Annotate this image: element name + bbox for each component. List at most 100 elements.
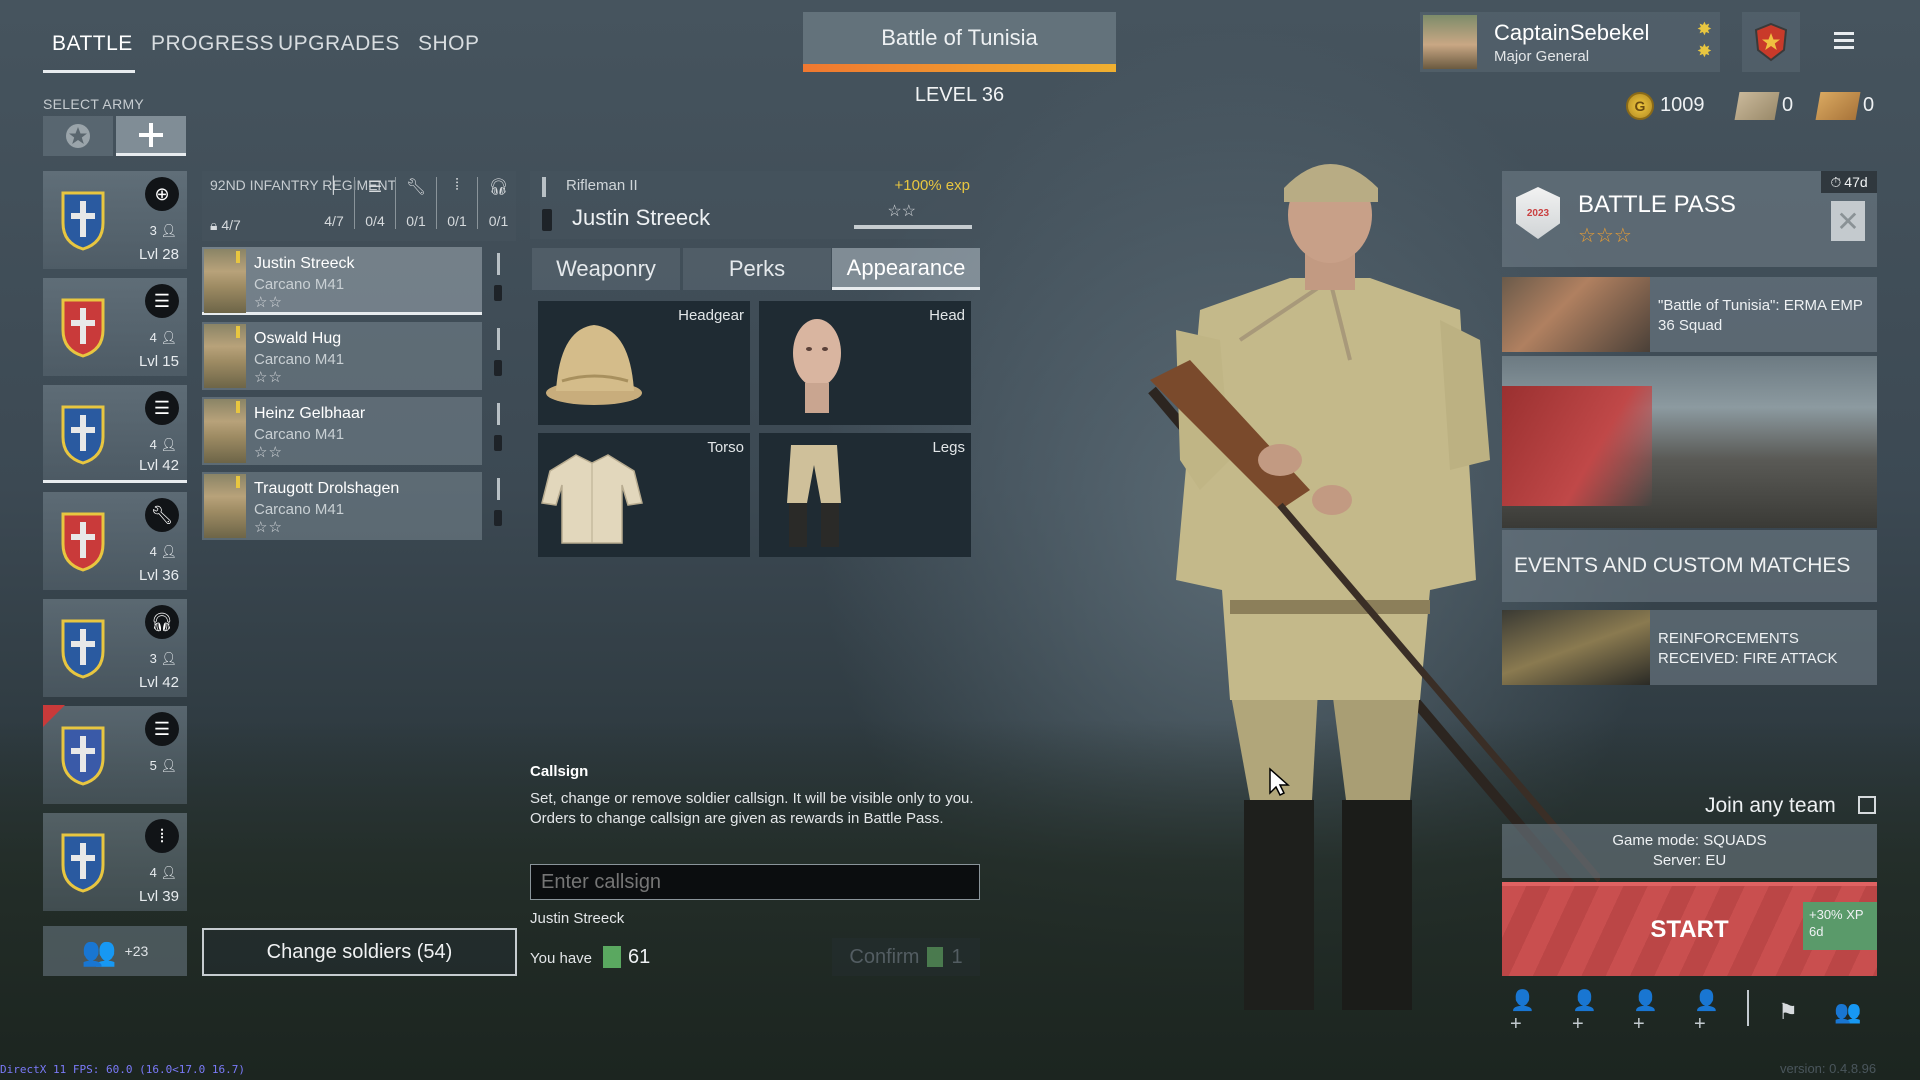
squad-menu-button[interactable]: 👥 — [1831, 995, 1865, 1029]
tab-appearance[interactable]: Appearance — [832, 248, 980, 290]
squad-size: 3 👤︎ — [150, 651, 177, 667]
army-allies-button[interactable] — [43, 116, 113, 156]
squad-size-value: 3 — [149, 223, 157, 238]
close-icon[interactable]: ✕ — [1831, 201, 1865, 241]
regiment-header: 92ND INFANTRY REGIMENT 🔒︎ 4/7 │ 4/7 ☰ 0/4 🔧︎… — [202, 171, 516, 241]
tab-perks[interactable]: Perks — [683, 248, 831, 290]
soldier-class: Rifleman II — [566, 177, 638, 194]
tab-shop[interactable]: SHOP — [418, 32, 480, 56]
tab-progress[interactable]: PROGRESS — [151, 32, 274, 56]
you-have-count: 61 — [628, 946, 651, 968]
army-axis-button[interactable] — [116, 116, 186, 156]
soldier-row[interactable]: Justin Streeck Carcano M41 ☆☆ — [202, 247, 502, 315]
squad-emblem-icon — [61, 191, 105, 251]
gold-order-icon — [1815, 92, 1861, 120]
squad-size: 4 👤︎ — [150, 437, 177, 453]
soldier-stars: ☆☆ — [254, 519, 283, 536]
squad-card[interactable]: ☰ 4 👤︎ Lvl 15 — [43, 278, 187, 376]
shield-star-icon — [1754, 22, 1788, 62]
squad-card[interactable]: ☰ 4 👤︎ Lvl 42 — [43, 385, 187, 483]
squad-card[interactable]: ⊕ 3 👤︎ Lvl 28 — [43, 171, 187, 269]
squad-level: Lvl 15 — [138, 353, 179, 370]
server: Server: EU — [1652, 852, 1727, 869]
invite-player-button[interactable]: 👤+ — [1633, 990, 1667, 1035]
squad-emblem-icon — [61, 726, 105, 786]
invite-player-button[interactable]: 👤+ — [1510, 990, 1544, 1035]
squad-card[interactable]: ⦙ 4 👤︎ Lvl 39 — [43, 813, 187, 911]
soldier-row[interactable]: Traugott Drolshagen Carcano M41 ☆☆ — [202, 472, 502, 540]
soldier-weapon: Carcano M41 — [254, 426, 345, 443]
game-mode: Game mode: SQUADS — [1612, 832, 1767, 849]
squad-card[interactable]: 🔧︎ 4 👤︎ Lvl 36 — [43, 492, 187, 590]
soldier-weapon: Carcano M41 — [254, 276, 345, 293]
battle-level: LEVEL 36 — [803, 84, 1116, 107]
rifle-class-icon — [542, 177, 546, 197]
slot-torso[interactable]: Torso — [538, 433, 750, 557]
flag-button[interactable]: ⚑ — [1771, 995, 1805, 1029]
tab-battle[interactable]: BATTLE — [52, 32, 133, 56]
slot-label: Torso — [707, 439, 744, 456]
rank-badge-button[interactable] — [1742, 12, 1800, 72]
soldier-name: Traugott Drolshagen — [254, 480, 400, 497]
rank-chevron-icon — [236, 476, 240, 488]
menu-icon[interactable] — [1828, 28, 1860, 56]
soldier-row[interactable]: Heinz Gelbhaar Carcano M41 ☆☆ — [202, 397, 502, 465]
battle-progress-fill — [803, 64, 1116, 72]
join-any-team-checkbox[interactable] — [1858, 796, 1876, 814]
news-card-1[interactable]: REINFORCEMENTS RECEIVED: FIRE ATTACK — [1502, 610, 1877, 685]
class-count-value: 0/1 — [447, 213, 467, 229]
rank-chevron-icon — [236, 401, 240, 413]
squad-emblem-icon — [61, 619, 105, 679]
soldier-name: Oswald Hug — [254, 330, 342, 347]
slot-head[interactable]: Head — [759, 301, 971, 425]
xp-bonus-time: 6d — [1809, 924, 1824, 939]
new-squad-marker-icon — [43, 705, 65, 727]
slot-headgear[interactable]: Headgear — [538, 301, 750, 425]
callsign-input[interactable] — [530, 864, 980, 900]
squad-emblem-icon — [61, 298, 105, 358]
class-count-4: 🎧︎ 0/1 — [478, 177, 519, 229]
tab-upgrades[interactable]: UPGRADES — [278, 32, 400, 56]
callsign-description: Set, change or remove soldier callsign. … — [530, 790, 974, 827]
person-icon: 👤︎ — [160, 865, 177, 880]
rank-title: Major General — [1494, 48, 1590, 65]
invite-player-button[interactable]: 👤+ — [1694, 990, 1728, 1035]
more-squads-button[interactable]: 👥 +23 — [43, 926, 187, 976]
change-soldiers-button[interactable]: Change soldiers (54) — [202, 928, 517, 976]
soldier-weapon: Carcano M41 — [254, 501, 345, 518]
invite-player-button[interactable]: 👤+ — [1572, 990, 1606, 1035]
squad-emblem-icon — [61, 833, 105, 893]
slot-legs[interactable]: Legs — [759, 433, 971, 557]
soldier-row[interactable]: Oswald Hug Carcano M41 ☆☆ — [202, 322, 502, 390]
events-custom-matches-button[interactable]: EVENTS AND CUSTOM MATCHES — [1502, 530, 1877, 602]
star-circle-icon — [66, 124, 90, 148]
list-icon: ☰ — [367, 179, 383, 196]
slot-label: Headgear — [678, 307, 744, 324]
soldier-detail-header: Rifleman II +100% exp Justin Streeck ☆☆ — [530, 171, 980, 239]
list-icon: ☰ — [145, 712, 179, 746]
start-button[interactable]: START +30% XP 6d — [1502, 882, 1877, 976]
battle-pass-card[interactable]: 2023 BATTLE PASS ☆☆☆ ⏱ 47d ✕ — [1502, 171, 1877, 267]
game-mode-info[interactable]: Game mode: SQUADS Server: EU — [1502, 824, 1877, 878]
class-count-value: 4/7 — [324, 213, 344, 229]
group-icon: 👥 — [1834, 999, 1862, 1024]
squad-card[interactable]: 🎧︎ 3 👤︎ Lvl 42 — [43, 599, 187, 697]
soldier-xp-bar — [854, 225, 972, 229]
ammo-icon: ⦙ — [145, 819, 179, 853]
profile-card[interactable]: CaptainSebekel Major General ✸ ✸ — [1420, 12, 1720, 72]
level-label: LEVEL — [914, 84, 977, 106]
squad-size-value: 3 — [149, 651, 157, 666]
squad-size-value: 4 — [149, 437, 157, 452]
regiment-slots-value: 4/7 — [221, 217, 241, 233]
news-text: REINFORCEMENTS RECEIVED: FIRE ATTACK — [1658, 630, 1838, 667]
soldier-stars: ☆☆ — [254, 294, 283, 311]
news-thumbnail — [1502, 277, 1650, 352]
class-count-3: ⦙ 0/1 — [437, 177, 478, 229]
squad-level: Lvl 28 — [138, 246, 179, 263]
squad-size: 4 👤︎ — [150, 865, 177, 881]
confirm-callsign-button[interactable]: Confirm 1 — [832, 938, 980, 976]
squad-size: 3 👤︎ — [150, 223, 177, 239]
tab-weaponry[interactable]: Weaponry — [532, 248, 680, 290]
event-banner-image[interactable] — [1502, 356, 1877, 528]
news-card-0[interactable]: "Battle of Tunisia": ERMA EMP 36 Squad — [1502, 277, 1877, 352]
